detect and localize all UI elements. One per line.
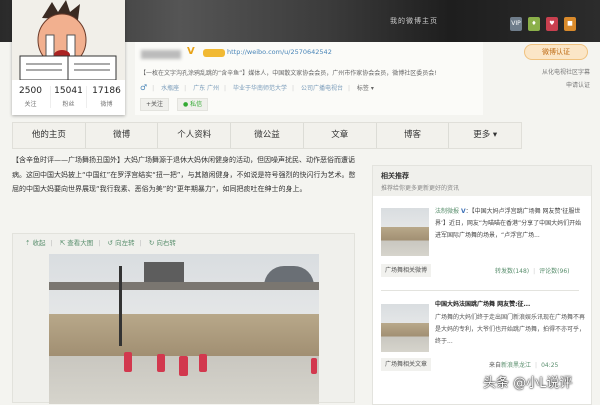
media-actions: ⇡ 收起 | ⇱ 查看大图 | ↺ 向左转 | ↻ 向右转 bbox=[25, 239, 176, 247]
divider bbox=[381, 290, 579, 291]
related-thumbnail[interactable] bbox=[381, 208, 429, 256]
stat-followers[interactable]: 15041 粉丝 bbox=[50, 86, 87, 108]
medal-icon[interactable]: ■ bbox=[564, 17, 576, 31]
tab-blog[interactable]: 博客 bbox=[377, 123, 450, 148]
banner-text: 我的微博主页 bbox=[390, 17, 438, 25]
profile-meta: ♂ | 水瓶座 | 广东 广州 | 毕业于华南师范大学 | 公司广播电视台 | 标签 ▾ bbox=[140, 83, 374, 92]
repost-count[interactable]: 转发数(148) bbox=[495, 268, 529, 275]
rotate-left-link[interactable]: ↺ 向左转 bbox=[108, 239, 135, 247]
stat-value: 2500 bbox=[19, 86, 42, 96]
stat-posts[interactable]: 17186 微博 bbox=[88, 86, 125, 108]
meta-location[interactable]: 广东 广州 bbox=[193, 85, 219, 92]
apply-verify-link[interactable]: 申请认证 bbox=[500, 79, 590, 92]
avatar-card: 2500 关注 15041 粉丝 17186 微博 bbox=[12, 0, 125, 115]
comment-count[interactable]: 评论数(96) bbox=[539, 268, 569, 275]
stat-label: 微博 bbox=[100, 101, 113, 108]
gender-male-icon: ♂ bbox=[140, 83, 148, 92]
gift-icon[interactable]: ♥ bbox=[546, 17, 558, 31]
vip-icon[interactable]: VIP bbox=[510, 17, 522, 31]
username-blurred bbox=[141, 50, 181, 59]
profile-nav: 他的主页 微博 个人资料 微公益 文章 博客 更多 ▾ bbox=[12, 122, 522, 149]
post-text: 【含辛鱼时评——广场舞扬丑国外】大妈广场舞源于退休大妈休闲健身的活动，但因噪声扰… bbox=[12, 156, 356, 193]
meta-zodiac[interactable]: 水瓶座 bbox=[161, 85, 179, 92]
verify-desc: 从化电视社区字幕 bbox=[541, 69, 590, 76]
source-prefix: 来自 bbox=[489, 362, 502, 369]
related-title[interactable]: 中国大妈法国跳广场舞 网友赞:征... bbox=[435, 299, 585, 311]
follow-button[interactable]: +关注 bbox=[140, 98, 170, 111]
stat-label: 关注 bbox=[24, 101, 37, 108]
tab-weibo[interactable]: 微博 bbox=[86, 123, 159, 148]
related-recommendations: 相关推荐 推荐给你更多更新更好的资讯 法制微报 V：【中国大妈卢浮宫跳广场舞 网… bbox=[372, 165, 592, 405]
verified-v-icon: V bbox=[187, 46, 195, 57]
level-icon[interactable]: ♦ bbox=[528, 17, 540, 31]
stat-label: 粉丝 bbox=[62, 101, 75, 108]
meta-company[interactable]: 公司广播电视台 bbox=[301, 85, 343, 92]
tab-profile[interactable]: 个人资料 bbox=[158, 123, 232, 148]
rotate-right-link[interactable]: ↻ 向右转 bbox=[149, 239, 176, 247]
meta-tags-dropdown[interactable]: 标签 ▾ bbox=[357, 85, 374, 92]
post-media: ⇡ 收起 | ⇱ 查看大图 | ↺ 向左转 | ↻ 向右转 bbox=[12, 233, 355, 404]
related-snippet: 广场舞的大妈们终于走出国门新浪娱乐讯现在广场舞不再是大妈的专利，大爷们也开始跳广… bbox=[435, 314, 586, 345]
avatar[interactable] bbox=[12, 0, 125, 80]
stat-value: 15041 bbox=[54, 86, 83, 96]
related-tag[interactable]: 广场舞相关微博 bbox=[381, 264, 432, 277]
verify-info: 从化电视社区字幕 申请认证 bbox=[500, 66, 590, 92]
member-badge-icon bbox=[203, 49, 225, 57]
related-tag[interactable]: 广场舞相关文章 bbox=[381, 358, 432, 371]
tab-more[interactable]: 更多 ▾ bbox=[449, 123, 521, 148]
message-button[interactable]: ● 私信 bbox=[177, 98, 209, 111]
post-time: 04:25 bbox=[541, 362, 559, 369]
bio: 【一枚在文字沟孔涂鸦乱跳的“含辛鱼”】媒体人，中国散文家协会会员，广州市作家协会… bbox=[140, 70, 437, 77]
profile-url[interactable]: http://weibo.com/u/2570642542 bbox=[227, 48, 332, 56]
source-link[interactable]: 新浪黑龙江 bbox=[501, 362, 531, 369]
weibo-verify-button[interactable]: 微博认证 bbox=[524, 44, 588, 60]
profile-info: V http://weibo.com/u/2570642542 【一枚在文字沟孔… bbox=[135, 42, 483, 115]
sidebar-header: 相关推荐 推荐给你更多更新更好的资讯 bbox=[373, 166, 591, 196]
tab-charity[interactable]: 微公益 bbox=[231, 123, 304, 148]
post-image[interactable] bbox=[49, 254, 319, 404]
sidebar-title: 相关推荐 bbox=[381, 172, 409, 180]
related-counts: 转发数(148) | 评论数(96) bbox=[495, 268, 570, 275]
meta-school[interactable]: 毕业于华南师范大学 bbox=[233, 85, 287, 92]
collapse-link[interactable]: ⇡ 收起 bbox=[25, 239, 46, 247]
tab-home[interactable]: 他的主页 bbox=[13, 123, 86, 148]
stat-value: 17186 bbox=[92, 86, 121, 96]
related-thumbnail[interactable] bbox=[381, 304, 429, 352]
stat-following[interactable]: 2500 关注 bbox=[12, 86, 49, 108]
view-large-link[interactable]: ⇱ 查看大图 bbox=[60, 239, 94, 247]
watermark: 头条 @小L说评 bbox=[483, 376, 573, 391]
related-author[interactable]: 法制微报 bbox=[435, 208, 459, 215]
related-item-text[interactable]: 法制微报 V：【中国大妈卢浮宫跳广场舞 网友赞‘征服世界’】近日，网友“为喵喵在… bbox=[435, 206, 585, 242]
tab-articles[interactable]: 文章 bbox=[304, 123, 377, 148]
sidebar-subtitle: 推荐给你更多更新更好的资讯 bbox=[381, 185, 460, 192]
related-source: 来自新浪黑龙江 | 04:25 bbox=[489, 362, 559, 369]
